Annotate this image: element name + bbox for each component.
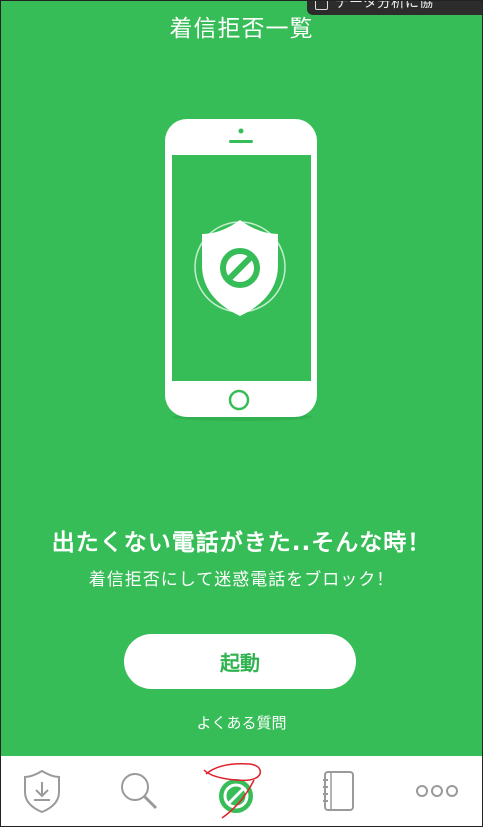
phone-illustration [161, 117, 323, 422]
tab-more[interactable] [402, 756, 472, 826]
consent-label: データ分析に協 [335, 0, 433, 11]
app-screen: 着信拒否一覧 データ分析に協 出たくない電話がきた..そんな時！ 着信拒否にして… [0, 0, 483, 827]
block-shield-icon [203, 762, 262, 819]
bottom-tab-bar [1, 756, 482, 826]
hero-subline: 着信拒否にして迷惑電話をブロック！ [88, 570, 395, 590]
phone-icon [165, 119, 317, 421]
faq-link[interactable]: よくある質問 [1, 712, 482, 733]
tab-block[interactable] [200, 756, 270, 826]
notebook-icon [323, 771, 354, 811]
hero-headline: 出たくない電話がきた..そんな時！ [51, 530, 432, 556]
tab-notebook[interactable] [303, 756, 373, 826]
analytics-consent-overlay[interactable]: データ分析に協 [307, 0, 482, 15]
consent-checkbox[interactable] [315, 1, 328, 10]
start-button[interactable]: 起動 [124, 634, 356, 689]
more-dots-icon [416, 785, 458, 797]
tab-search[interactable] [104, 756, 174, 826]
download-shield-icon [24, 769, 60, 814]
tab-download[interactable] [7, 756, 77, 826]
search-icon [121, 773, 158, 810]
